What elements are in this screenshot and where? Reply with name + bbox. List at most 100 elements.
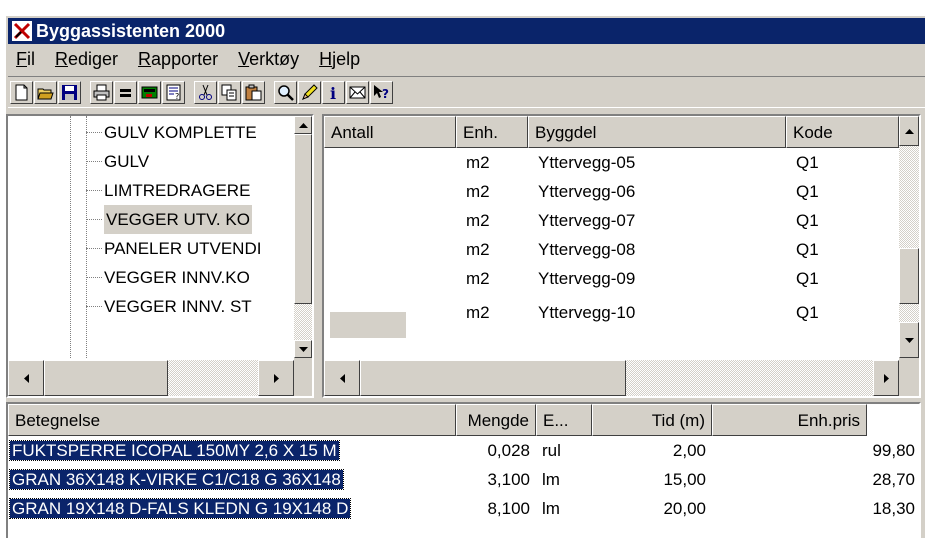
material-list[interactable]: Betegnelse Mengde E... Tid (m) Enh.pris … [6,402,921,538]
tree-scroll-left-button[interactable] [8,360,44,396]
save-button[interactable] [58,80,81,104]
equals-icon [117,84,134,101]
list-row[interactable]: GRAN 19X148 D-FALS KLEDN G 19X148 D 8,10… [8,494,919,523]
info-button[interactable]: i [322,80,345,104]
cell-enhpris: 99,80 [872,441,915,460]
column-header-betegnelse[interactable]: Betegnelse [8,404,456,436]
cell-enh: m2 [466,303,490,322]
cell-tid: 20,00 [663,499,706,518]
tree-item[interactable]: PANELER UTVENDI [104,234,261,263]
info-icon: i [325,84,342,101]
tree-item[interactable]: GULV KOMPLETTE [104,118,257,147]
column-header-antall[interactable]: Antall [324,116,456,148]
cell-enh: m2 [466,153,490,172]
tree-view[interactable]: GULV KOMPLETTE GULV LIMTREDRAGERE VEGGER… [6,114,314,398]
tree-item[interactable]: GULV [104,147,149,176]
arrow-up-icon [298,122,308,128]
arrow-right-icon [273,373,279,383]
open-button[interactable] [34,80,57,104]
menu-fil-accel: F [16,49,27,69]
menu-rapporter-accel: R [138,49,152,69]
menu-fil[interactable]: Fil [8,47,47,71]
new-button[interactable] [10,80,33,104]
tree-scroll-right-button[interactable] [258,360,294,396]
grid-row[interactable]: m2 Yttervegg-10 Q1 [324,293,899,351]
svg-text:?: ? [382,87,389,101]
grid-row[interactable]: m2 Yttervegg-06 Q1 [324,177,899,206]
calc-icon: ? [165,84,182,101]
list-row[interactable]: GRAN 36X148 K-VIRKE C1/C18 G 36X148 3,10… [8,465,919,494]
column-header-mengde[interactable]: Mengde [456,404,536,436]
equals-button[interactable] [114,80,137,104]
tree-connector [86,277,102,278]
copy-button[interactable] [218,80,241,104]
column-header-byggdel[interactable]: Byggdel [528,116,786,148]
column-header-enhpris[interactable]: Enh.pris [712,404,867,436]
tree-scroll-down-button[interactable] [294,340,312,358]
print-button[interactable] [90,80,113,104]
column-header-tid[interactable]: Tid (m) [592,404,712,436]
cell-enhet: lm [542,499,560,518]
grid-row[interactable]: m2 Yttervegg-07 Q1 [324,206,899,235]
list-row[interactable]: FUKTSPERRE ICOPAL 150MY 2,6 X 15 M 0,028… [8,436,919,465]
tree-item-selected[interactable]: VEGGER UTV. KO [104,205,252,234]
panel-splitter[interactable] [314,112,322,402]
tree-horizontal-scrollbar[interactable] [8,360,294,396]
arrow-left-icon [23,373,29,383]
grid-scroll-down-button[interactable] [899,322,919,358]
svg-text:i: i [330,84,336,101]
find-icon [277,84,294,101]
cell-enh: m2 [466,182,490,201]
tree-connector [86,132,102,133]
tree-vertical-scrollbar[interactable] [294,116,312,358]
tree-connector [86,219,102,220]
grid-horizontal-scrollbar[interactable] [324,360,899,396]
menu-hjelp[interactable]: Hjelp [311,47,372,71]
cut-button[interactable] [194,80,217,104]
byggdel-grid[interactable]: Antall Enh. Byggdel Kode m2 Yttervegg-05… [322,114,921,398]
tree-item[interactable]: VEGGER INNV. ST [104,292,252,321]
grid-row[interactable]: m2 Yttervegg-05 Q1 [324,148,899,177]
mail-button[interactable] [346,80,369,104]
grid-scroll-thumb[interactable] [899,248,919,304]
edit-button[interactable] [298,80,321,104]
whats-this-button[interactable]: ? [370,80,393,104]
tree-scroll-up-button[interactable] [294,116,312,134]
column-header-enhet[interactable]: E... [536,404,592,436]
menu-verktoy[interactable]: Verktøy [230,47,311,71]
calc-button[interactable]: ? [162,80,185,104]
grid-row[interactable]: m2 Yttervegg-09 Q1 [324,264,899,293]
menu-hjelp-accel: H [319,49,333,69]
grid-hscroll-thumb[interactable] [360,360,626,396]
grid-scroll-right-button[interactable] [873,360,899,396]
tree-hscroll-thumb[interactable] [44,360,168,396]
paste-button[interactable] [242,80,265,104]
grid-scroll-left-button[interactable] [324,360,360,396]
menu-verktoy-rest: erktøy [249,49,300,69]
cell-enhet: rul [542,441,561,460]
column-header-enh[interactable]: Enh. [456,116,528,148]
green-doc-button[interactable] [138,80,161,104]
find-button[interactable] [274,80,297,104]
grid-scroll-up-button[interactable] [899,116,919,146]
grid-row[interactable]: m2 Yttervegg-08 Q1 [324,235,899,264]
cell-mengde: 8,100 [487,499,530,518]
cell-enh: m2 [466,240,490,259]
cell-betegnelse: FUKTSPERRE ICOPAL 150MY 2,6 X 15 M [9,440,340,461]
column-header-kode[interactable]: Kode [786,116,899,148]
title-bar[interactable]: Byggassistenten 2000 [8,18,925,44]
cell-kode: Q1 [796,240,819,259]
cell-kode: Q1 [796,211,819,230]
tree-scroll-thumb[interactable] [294,134,312,304]
grid-vertical-scrollbar[interactable] [899,116,919,358]
tree-item[interactable]: VEGGER INNV.KO [104,263,250,292]
tree-item[interactable]: LIMTREDRAGERE [104,176,250,205]
tree-connector [86,190,102,191]
menu-rapporter[interactable]: Rapporter [130,47,230,71]
cell-enhpris: 28,70 [872,470,915,489]
tree-guide-line [70,116,71,358]
cell-betegnelse: GRAN 36X148 K-VIRKE C1/C18 G 36X148 [9,469,344,490]
menu-rediger[interactable]: Rediger [47,47,130,71]
cell-kode: Q1 [796,303,819,322]
print-icon [93,84,110,101]
